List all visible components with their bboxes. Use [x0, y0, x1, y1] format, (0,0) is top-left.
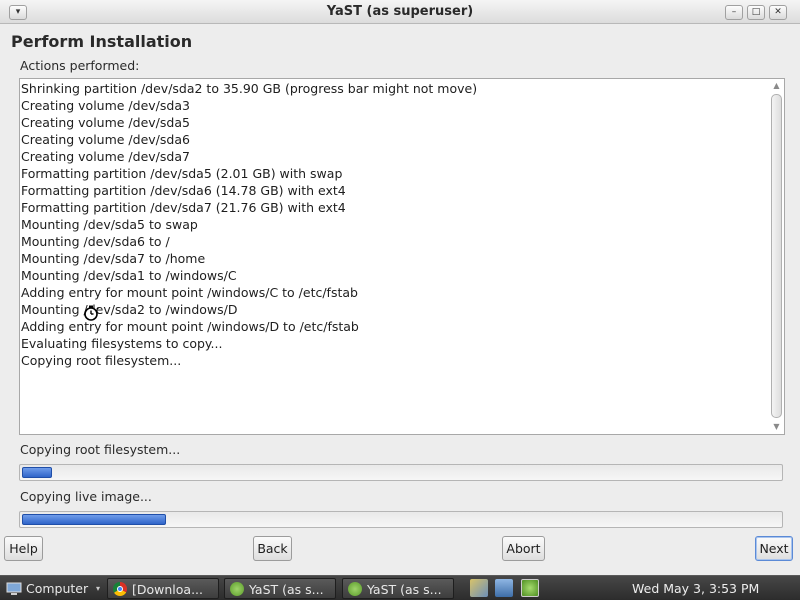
- scroll-down-icon[interactable]: ▼: [772, 422, 781, 432]
- log-line: Formatting partition /dev/sda7 (21.76 GB…: [21, 200, 346, 215]
- tray-network-icon[interactable]: [495, 579, 513, 597]
- abort-button[interactable]: Abort: [502, 536, 545, 561]
- log-scrollbar[interactable]: ▲ ▼: [769, 79, 784, 434]
- yast-icon: [230, 582, 244, 596]
- busy-cursor-icon: [84, 305, 99, 321]
- minimize-icon[interactable]: –: [725, 5, 743, 20]
- log-line: Formatting partition /dev/sda5 (2.01 GB)…: [21, 166, 343, 181]
- log-line: Adding entry for mount point /windows/C …: [21, 285, 358, 300]
- log-line: Mounting /dev/sda5 to swap: [21, 217, 198, 232]
- taskbar-item-yast-1[interactable]: YaST (as s...: [224, 578, 336, 599]
- start-arrow-icon[interactable]: ▾: [96, 584, 100, 593]
- back-button[interactable]: Back: [253, 536, 292, 561]
- log-line: Creating volume /dev/sda6: [21, 132, 190, 147]
- log-line: Creating volume /dev/sda5: [21, 115, 190, 130]
- progress-fill-live-image: [22, 514, 166, 525]
- log-lines: Shrinking partition /dev/sda2 to 35.90 G…: [20, 79, 477, 369]
- yast-window: ▾ YaST (as superuser) – □ ✕ Perform Inst…: [0, 0, 800, 575]
- maximize-icon[interactable]: □: [747, 5, 765, 20]
- tray-display-icon[interactable]: [470, 579, 488, 597]
- taskbar-clock[interactable]: Wed May 3, 3:53 PM: [632, 578, 759, 599]
- log-line: Creating volume /dev/sda7: [21, 149, 190, 164]
- log-line: Mounting /dev/sda1 to /windows/C: [21, 268, 237, 283]
- taskbar-item-yast-2[interactable]: YaST (as s...: [342, 578, 454, 599]
- taskbar-item-label: YaST (as s...: [249, 582, 324, 597]
- log-line: Mounting /dev/sda6 to /: [21, 234, 170, 249]
- taskbar-item-label: [Downloa...: [132, 582, 203, 597]
- start-menu-button[interactable]: Computer: [2, 578, 102, 599]
- actions-log[interactable]: Shrinking partition /dev/sda2 to 35.90 G…: [19, 78, 785, 435]
- actions-label: Actions performed:: [20, 58, 140, 73]
- computer-icon: [6, 582, 22, 595]
- taskbar-item-downloads[interactable]: [Downloa...: [107, 578, 219, 599]
- progress-bar-live-image: [19, 511, 783, 528]
- taskbar: Computer ▾ [Downloa... YaST (as s... YaS…: [0, 575, 800, 600]
- log-line: Formatting partition /dev/sda6 (14.78 GB…: [21, 183, 346, 198]
- taskbar-item-label: YaST (as s...: [367, 582, 442, 597]
- log-line: Mounting /dev/sda7 to /home: [21, 251, 206, 266]
- scroll-up-icon[interactable]: ▲: [772, 81, 781, 91]
- progress-bar-root-filesystem: [19, 464, 783, 481]
- close-icon[interactable]: ✕: [769, 5, 787, 20]
- yast-icon: [348, 582, 362, 596]
- log-line: Shrinking partition /dev/sda2 to 35.90 G…: [21, 81, 478, 96]
- window-title: YaST (as superuser): [326, 4, 474, 19]
- page-title: Perform Installation: [11, 32, 193, 51]
- progress-fill-root-filesystem: [22, 467, 52, 478]
- progress1-label: Copying root filesystem...: [20, 442, 181, 457]
- start-menu-label: Computer: [26, 581, 89, 596]
- tray-yast-icon[interactable]: [521, 579, 539, 597]
- log-line: Evaluating filesystems to copy...: [21, 336, 223, 351]
- help-button[interactable]: Help: [4, 536, 43, 561]
- scroll-thumb[interactable]: [771, 94, 782, 418]
- progress2-label: Copying live image...: [20, 489, 152, 504]
- chrome-icon-center: [117, 586, 123, 592]
- log-line: Copying root filesystem...: [21, 353, 182, 368]
- title-bar[interactable]: ▾ YaST (as superuser) – □ ✕: [0, 0, 800, 24]
- log-line: Creating volume /dev/sda3: [21, 98, 190, 113]
- next-button[interactable]: Next: [755, 536, 793, 561]
